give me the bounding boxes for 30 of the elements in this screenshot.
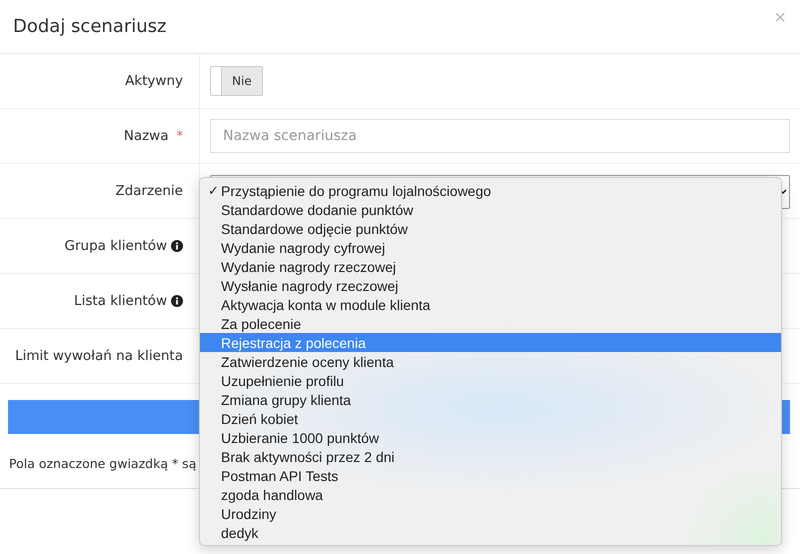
- dropdown-option[interactable]: dedyk: [200, 523, 781, 542]
- dropdown-option[interactable]: Urodziny: [200, 504, 781, 523]
- dropdown-option[interactable]: Aktywacja konta w module klienta: [200, 295, 781, 314]
- footer-note: Pola oznaczone gwiazdką * są: [9, 456, 196, 471]
- field-label: Grupa klientów: [64, 238, 167, 254]
- dropdown-option[interactable]: Wysłanie nagrody rzeczowej: [200, 276, 781, 295]
- dropdown-option[interactable]: Dzień kobiet: [200, 409, 781, 428]
- dropdown-option[interactable]: Wydanie nagrody rzeczowej: [200, 257, 781, 276]
- dropdown-option[interactable]: Rejestracja z polecenia: [200, 333, 781, 352]
- dropdown-option[interactable]: Zatwierdzenie oceny klienta: [200, 352, 781, 371]
- dialog-title: Dodaj scenariusz: [13, 16, 166, 37]
- dropdown-option[interactable]: Postman API Tests: [200, 466, 781, 485]
- dropdown-option[interactable]: Zmiana grupy klienta: [200, 390, 781, 409]
- dropdown-option[interactable]: Brak aktywności przez 2 dni: [200, 447, 781, 466]
- field-label: Zdarzenie: [115, 183, 183, 199]
- required-mark: *: [176, 128, 183, 144]
- field-label: Aktywny: [125, 73, 183, 89]
- field-label: Lista klientów: [74, 293, 167, 309]
- dropdown-option[interactable]: Uzbieranie 1000 punktów: [200, 428, 781, 447]
- toggle-switch[interactable]: Nie: [210, 66, 263, 96]
- dropdown-option[interactable]: Za polecenie: [200, 314, 781, 333]
- dropdown-option[interactable]: Standardowe odjęcie punktów: [200, 219, 781, 238]
- field-label: Nazwa: [124, 128, 168, 144]
- dropdown-option[interactable]: Wydanie nagrody cyfrowej: [200, 238, 781, 257]
- name-input-field[interactable]: Nazwa scenariusza: [210, 119, 790, 153]
- field-label: Limit wywołań na klienta: [15, 348, 183, 364]
- dropdown-option[interactable]: ✓Przystąpienie do programu lojalnościowego: [200, 181, 781, 200]
- dropdown-option[interactable]: Standardowe dodanie punktów: [200, 200, 781, 219]
- dropdown-option[interactable]: Uzupełnienie profilu: [200, 371, 781, 390]
- dropdown-option[interactable]: zgoda handlowa: [200, 485, 781, 504]
